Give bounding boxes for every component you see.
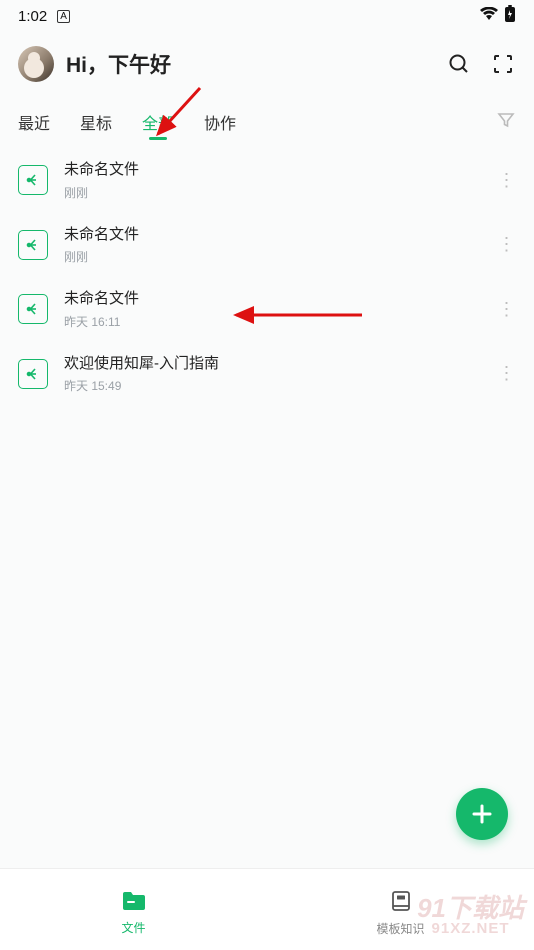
nav-label: 文件 xyxy=(121,919,145,936)
avatar[interactable] xyxy=(18,46,54,82)
tab-starred[interactable]: 星标 xyxy=(80,100,112,144)
bottom-nav: 文件 模板知识 xyxy=(0,868,534,950)
file-list: 未命名文件 刚刚 ⋮ 未命名文件 刚刚 ⋮ 未命名文件 昨天 16:11 ⋮ 欢… xyxy=(0,144,534,410)
file-title: 未命名文件 xyxy=(64,289,496,309)
mindmap-file-icon xyxy=(18,294,48,324)
tab-collab[interactable]: 协作 xyxy=(204,100,236,144)
more-icon[interactable]: ⋮ xyxy=(496,234,516,255)
file-time: 刚刚 xyxy=(64,248,496,265)
list-item[interactable]: 未命名文件 刚刚 ⋮ xyxy=(0,148,534,213)
wifi-icon xyxy=(480,7,498,25)
filter-icon[interactable] xyxy=(496,110,516,135)
more-icon[interactable]: ⋮ xyxy=(496,170,516,191)
search-icon[interactable] xyxy=(446,51,472,77)
file-time: 昨天 15:49 xyxy=(64,377,496,394)
status-bar: 1:02 A xyxy=(0,0,534,32)
file-title: 欢迎使用知犀-入门指南 xyxy=(64,354,496,374)
nav-templates[interactable]: 模板知识 xyxy=(267,869,534,950)
scan-icon[interactable] xyxy=(490,51,516,77)
mindmap-file-icon xyxy=(18,230,48,260)
add-button[interactable] xyxy=(456,788,508,840)
mindmap-file-icon xyxy=(18,165,48,195)
more-icon[interactable]: ⋮ xyxy=(496,299,516,320)
header: Hi，下午好 xyxy=(0,32,534,100)
status-time: 1:02 xyxy=(18,8,47,25)
file-time: 昨天 16:11 xyxy=(64,313,496,330)
battery-icon xyxy=(504,5,516,27)
nav-files[interactable]: 文件 xyxy=(0,869,267,950)
nav-label: 模板知识 xyxy=(376,920,424,937)
list-item[interactable]: 未命名文件 刚刚 ⋮ xyxy=(0,213,534,278)
tab-recent[interactable]: 最近 xyxy=(18,100,50,144)
file-title: 未命名文件 xyxy=(64,160,496,180)
list-item[interactable]: 未命名文件 昨天 16:11 ⋮ xyxy=(0,277,534,342)
greeting-text: Hi，下午好 xyxy=(66,49,428,79)
folder-icon xyxy=(121,890,147,915)
list-item[interactable]: 欢迎使用知犀-入门指南 昨天 15:49 ⋮ xyxy=(0,342,534,407)
file-title: 未命名文件 xyxy=(64,225,496,245)
tabs: 最近 星标 全部 协作 xyxy=(0,100,534,144)
book-icon xyxy=(389,889,413,916)
more-icon[interactable]: ⋮ xyxy=(496,363,516,384)
file-time: 刚刚 xyxy=(64,184,496,201)
status-indicator: A xyxy=(57,10,70,23)
mindmap-file-icon xyxy=(18,359,48,389)
tab-all[interactable]: 全部 xyxy=(142,100,174,144)
